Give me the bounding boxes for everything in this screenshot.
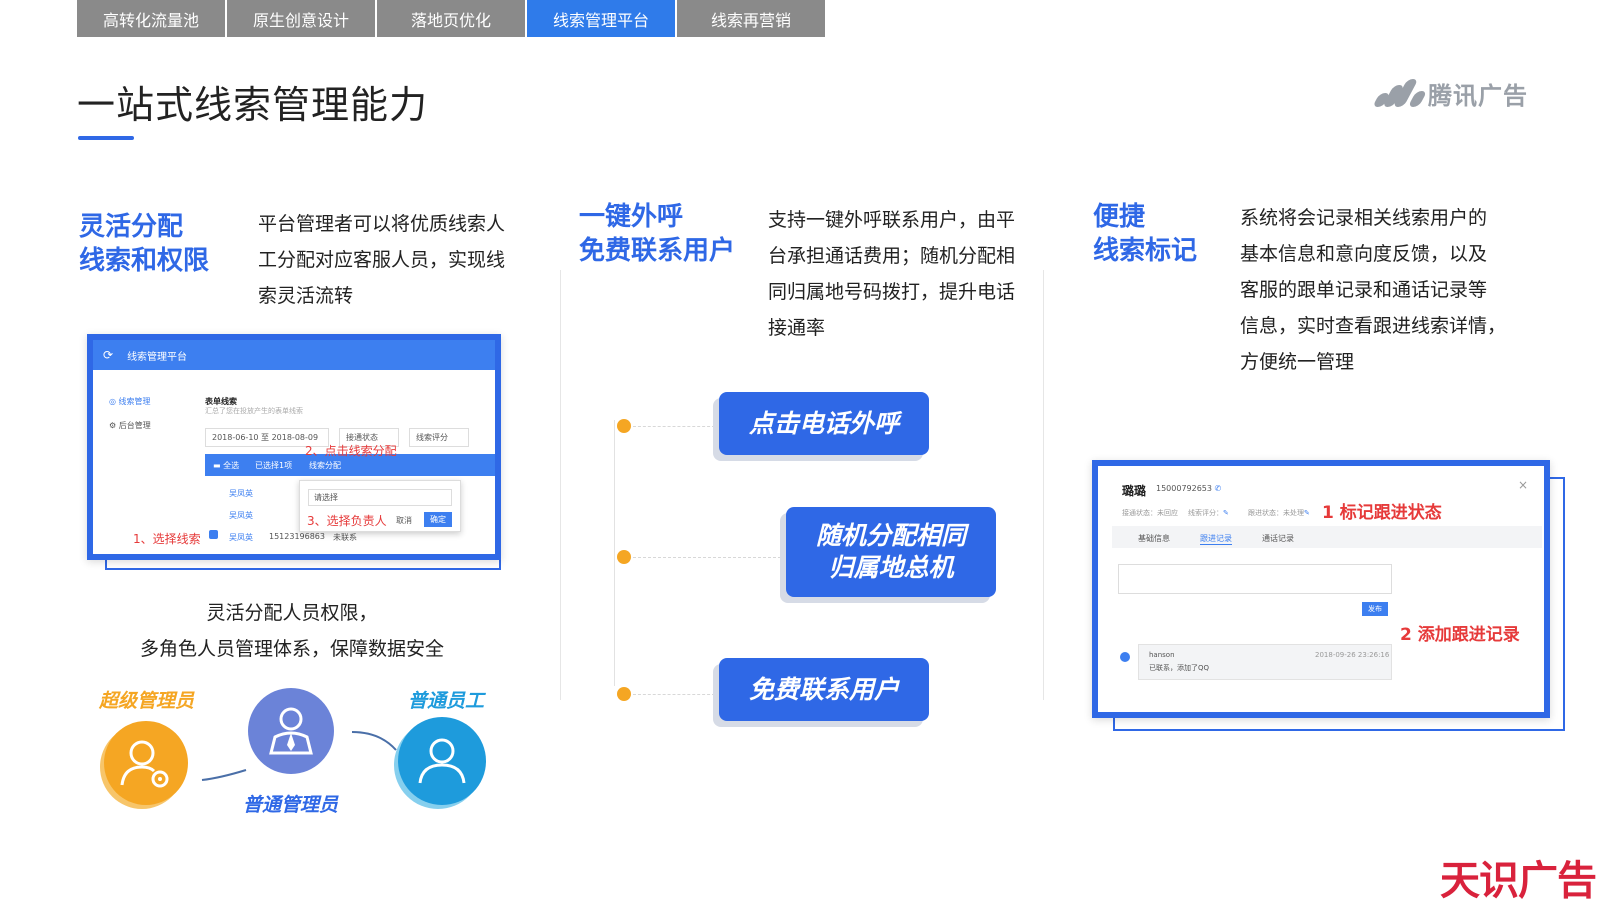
step1-annotation: 1、选择线索 — [133, 532, 201, 546]
confirm-button[interactable]: 确定 — [424, 512, 452, 527]
column-divider — [1043, 270, 1044, 700]
panel-subtitle: 汇总了您在投放产生的表单线索 — [205, 407, 303, 415]
follow-note-input[interactable] — [1118, 564, 1392, 594]
selected-count: 已选择1项 — [255, 461, 293, 470]
watermark-logo: 天识广告 — [1440, 858, 1597, 900]
row-status: 未联系 — [333, 533, 357, 542]
note-add-record: 2 添加跟进记录 — [1400, 625, 1520, 645]
detail-tabs: 基础信息 跟进记录 通话记录 — [1112, 526, 1542, 548]
timeline-connector — [633, 557, 781, 558]
tab-landing-page[interactable]: 落地页优化 — [377, 0, 525, 37]
timeline-dot — [617, 687, 631, 701]
close-icon[interactable]: × — [1518, 478, 1528, 492]
tab-remarketing[interactable]: 线索再营销 — [677, 0, 825, 37]
cancel-button[interactable]: 取消 — [396, 515, 412, 526]
gear-icon: ⚙ — [109, 421, 119, 430]
timeline-connector — [633, 694, 715, 695]
brand-mark-icon — [1372, 78, 1428, 109]
section3-description: 系统将会记录相关线索用户的 基本信息和意向度反馈，以及 客服的跟单记录和通话记录… — [1240, 207, 1507, 373]
log-text: 已联系，添加了QQ — [1149, 664, 1210, 672]
timeline-dot — [617, 550, 631, 564]
section1-title: 灵活分配 线索和权限 — [79, 212, 210, 276]
admin-label: 普通管理员 — [243, 794, 339, 816]
click-call-button[interactable]: 点击电话外呼 — [719, 392, 929, 455]
note-mark-status: 1 标记跟进状态 — [1322, 503, 1442, 523]
field-connect-status: 接通状态：未回应 — [1122, 509, 1178, 517]
lead-assign-screenshot: ⟳ 线索管理平台 ◎ 线索管理 ⚙ 后台管理 表单线索 汇总了您在投放产生的表单… — [87, 334, 501, 570]
page-title: 一站式线索管理能力 — [77, 83, 429, 127]
tab-lead-management[interactable]: 线索管理平台 — [527, 0, 675, 37]
select-all-button[interactable]: ▬ 全选 — [213, 460, 239, 471]
lead-detail-screenshot: 璐璐 15000792653 ✆ × 接通状态：未回应 线索评分：✎ 跟进状态：… — [1092, 460, 1550, 718]
table-row[interactable]: 吴凤英 — [229, 510, 253, 521]
refresh-icon: ⟳ — [103, 348, 114, 362]
random-line-button[interactable]: 随机分配相同 归属地总机 — [786, 507, 996, 597]
log-user: hanson — [1149, 651, 1175, 659]
timeline-connector — [633, 426, 715, 427]
super-admin-label: 超级管理员 — [99, 690, 195, 712]
menu-icon: ◎ — [109, 397, 119, 406]
tab-follow-records[interactable]: 跟进记录 — [1200, 533, 1232, 545]
tab-native-creative[interactable]: 原生创意设计 — [227, 0, 375, 37]
frame-front: ⟳ 线索管理平台 ◎ 线索管理 ⚙ 后台管理 表单线索 汇总了您在投放产生的表单… — [87, 334, 501, 560]
section3-title: 便捷 线索标记 — [1093, 202, 1198, 266]
row-phone: 15123196863 — [269, 532, 325, 541]
menu-lead-manage[interactable]: ◎ 线索管理 — [109, 396, 151, 407]
brand-logo: 腾讯广告 — [1372, 76, 1528, 111]
section1-description: 平台管理者可以将优质线索人 工分配对应客服人员，实现线 索灵活流转 — [258, 213, 506, 307]
contact-name: 璐璐 — [1122, 484, 1147, 498]
timeline-dot — [617, 419, 631, 433]
column-divider — [560, 270, 561, 700]
step2-annotation: 2、点击线索分配 — [305, 444, 397, 458]
timeline-line — [614, 420, 615, 686]
field-lead-score: 线索评分：✎ — [1188, 509, 1229, 517]
staff-icon — [398, 717, 486, 805]
staff-label: 普通员工 — [408, 690, 485, 712]
top-tab-bar: 高转化流量池 原生创意设计 落地页优化 线索管理平台 线索再营销 — [77, 0, 827, 37]
admin-icon — [248, 688, 334, 774]
assignee-select[interactable]: 请选择 — [308, 489, 452, 506]
app-header: ⟳ 线索管理平台 — [93, 340, 495, 370]
edit-icon[interactable]: ✎ — [1223, 509, 1229, 517]
user-avatar-icon — [1120, 652, 1130, 662]
tab-basic-info[interactable]: 基础信息 — [1138, 533, 1170, 544]
table-row[interactable]: 吴凤英 — [229, 532, 253, 543]
roles-caption-line2: 多角色人员管理体系，保障数据安全 — [139, 638, 444, 660]
row-checkbox[interactable] — [209, 530, 218, 539]
section2-title: 一键外呼 免费联系用户 — [579, 202, 736, 266]
filter-lead-score[interactable]: 线索评分 — [409, 428, 469, 447]
brand-name: 腾讯广告 — [1428, 82, 1528, 110]
log-item: hanson 2018-09-26 23:26:16 已联系，添加了QQ — [1138, 644, 1392, 680]
roles-caption-line1: 灵活分配人员权限， — [206, 602, 378, 624]
app-title: 线索管理平台 — [127, 351, 188, 363]
step3-annotation: 3、选择负责人 — [307, 514, 387, 528]
assign-lead-button[interactable]: 线索分配 — [309, 460, 341, 471]
tab-high-conversion-traffic[interactable]: 高转化流量池 — [77, 0, 225, 37]
edit-icon[interactable]: ✎ — [1304, 509, 1310, 517]
section2-description: 支持一键外呼联系用户，由平 台承担通话费用；随机分配相 同归属地号码拨打，提升电… — [768, 209, 1016, 339]
menu-backend[interactable]: ⚙ 后台管理 — [109, 420, 151, 431]
super-admin-icon — [104, 721, 188, 805]
phone-icon[interactable]: ✆ — [1215, 484, 1222, 493]
tab-call-records[interactable]: 通话记录 — [1262, 533, 1294, 544]
publish-button[interactable]: 发布 — [1362, 602, 1388, 616]
contact-phone: 15000792653 ✆ — [1156, 484, 1222, 493]
title-underline — [78, 136, 134, 140]
table-row[interactable]: 吴凤英 — [229, 488, 253, 499]
free-contact-button[interactable]: 免费联系用户 — [719, 658, 929, 721]
field-follow-status: 跟进状态：未处理✎ — [1248, 509, 1310, 517]
log-time: 2018-09-26 23:26:16 — [1315, 651, 1390, 659]
